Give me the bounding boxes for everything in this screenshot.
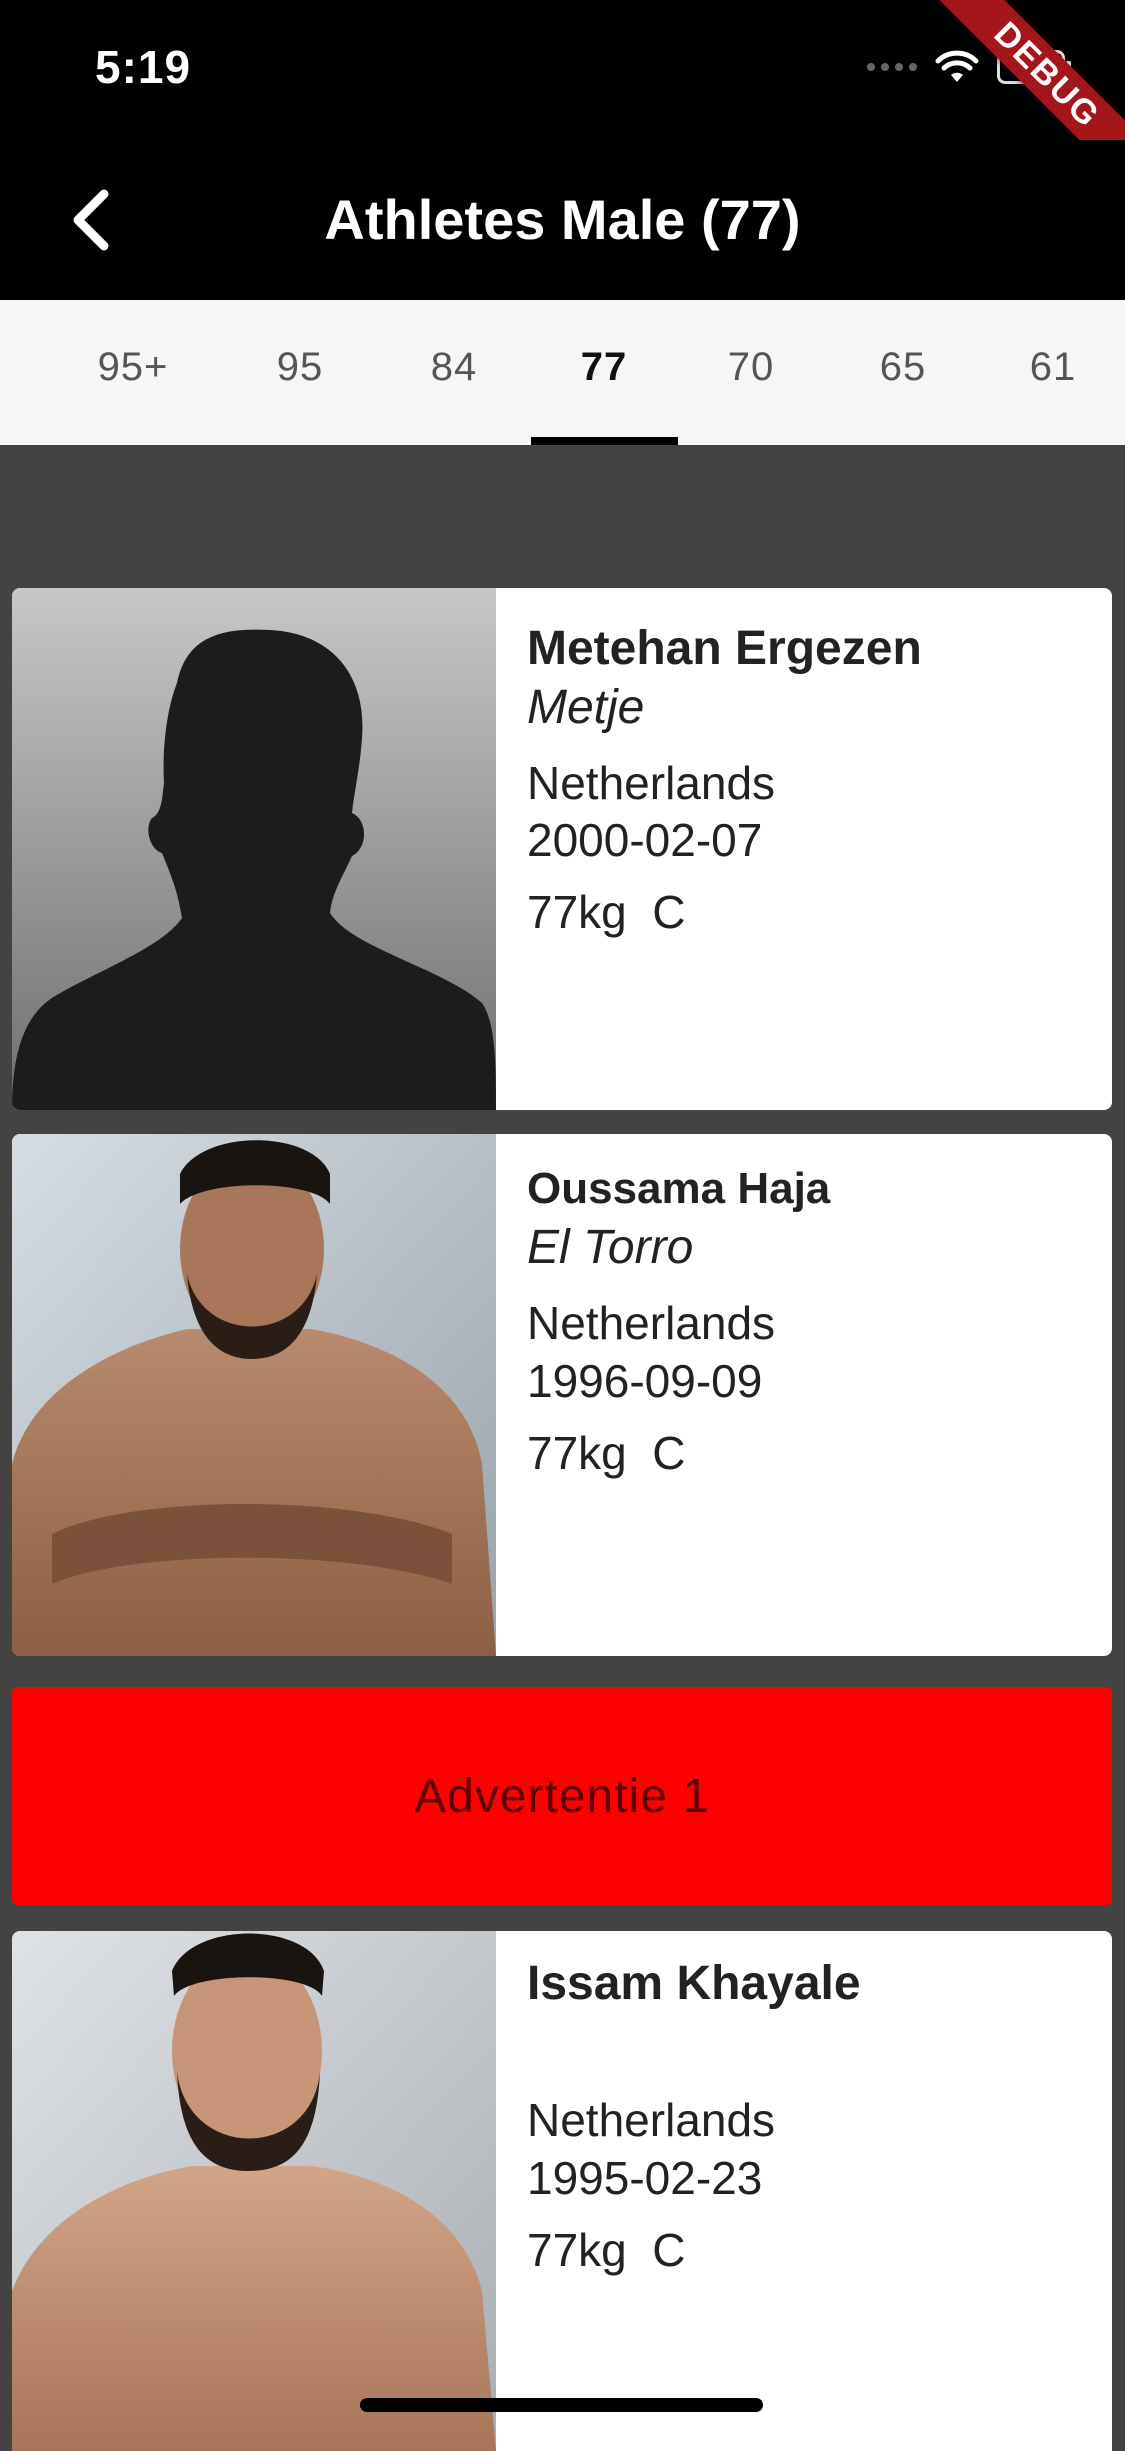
athlete-weight-class: 77kg C <box>527 1427 686 1479</box>
status-bar: 5:19 DEBUG <box>0 0 1125 191</box>
cellular-signal-icon <box>867 63 917 71</box>
athlete-dob: 1995-02-23 <box>527 2152 763 2204</box>
athlete-card[interactable]: Oussama Haja El Torro Netherlands 1996-0… <box>12 1134 1112 1656</box>
athlete-nickname: El Torro <box>527 1221 694 1274</box>
athlete-photo <box>12 1134 496 1656</box>
app-bar: Athletes Male (77) <box>0 140 1125 300</box>
athlete-weight-class: 77kg C <box>527 2224 686 2276</box>
athlete-country: Netherlands <box>527 2094 776 2146</box>
wifi-icon <box>935 50 979 82</box>
athlete-name: Metehan Ergezen <box>527 622 922 675</box>
active-tab-indicator <box>531 437 678 445</box>
tab-77[interactable]: 77 <box>529 300 679 445</box>
home-indicator[interactable] <box>360 2398 763 2412</box>
page-title: Athletes Male (77) <box>324 188 801 251</box>
athlete-photo <box>12 588 496 1110</box>
advertisement-banner[interactable]: Advertentie 1 <box>12 1687 1112 1905</box>
athlete-dob: 1996-09-09 <box>527 1355 763 1407</box>
tab-95-plus[interactable]: 95+ <box>58 300 208 445</box>
tab-84[interactable]: 84 <box>379 300 529 445</box>
athlete-card[interactable]: Issam Khayale Netherlands 1995-02-23 77k… <box>12 1931 1112 2451</box>
athlete-nickname: Metje <box>527 681 645 734</box>
tab-65[interactable]: 65 <box>828 300 978 445</box>
athlete-photo <box>12 1931 496 2451</box>
athlete-dob: 2000-02-07 <box>527 814 763 866</box>
athlete-country: Netherlands <box>527 1297 776 1349</box>
tab-95[interactable]: 95 <box>225 300 375 445</box>
tab-61[interactable]: 61 <box>978 300 1125 445</box>
athlete-card[interactable]: Metehan Ergezen Metje Netherlands 2000-0… <box>12 588 1112 1110</box>
status-time: 5:19 <box>95 41 192 93</box>
tab-70[interactable]: 70 <box>676 300 826 445</box>
athlete-weight-class: 77kg C <box>527 886 686 938</box>
athlete-name: Issam Khayale <box>527 1957 861 2010</box>
athlete-country: Netherlands <box>527 757 776 809</box>
weight-class-tabs: 95+ 95 84 77 70 65 61 <box>0 300 1125 445</box>
athlete-name: Oussama Haja <box>527 1164 831 1213</box>
